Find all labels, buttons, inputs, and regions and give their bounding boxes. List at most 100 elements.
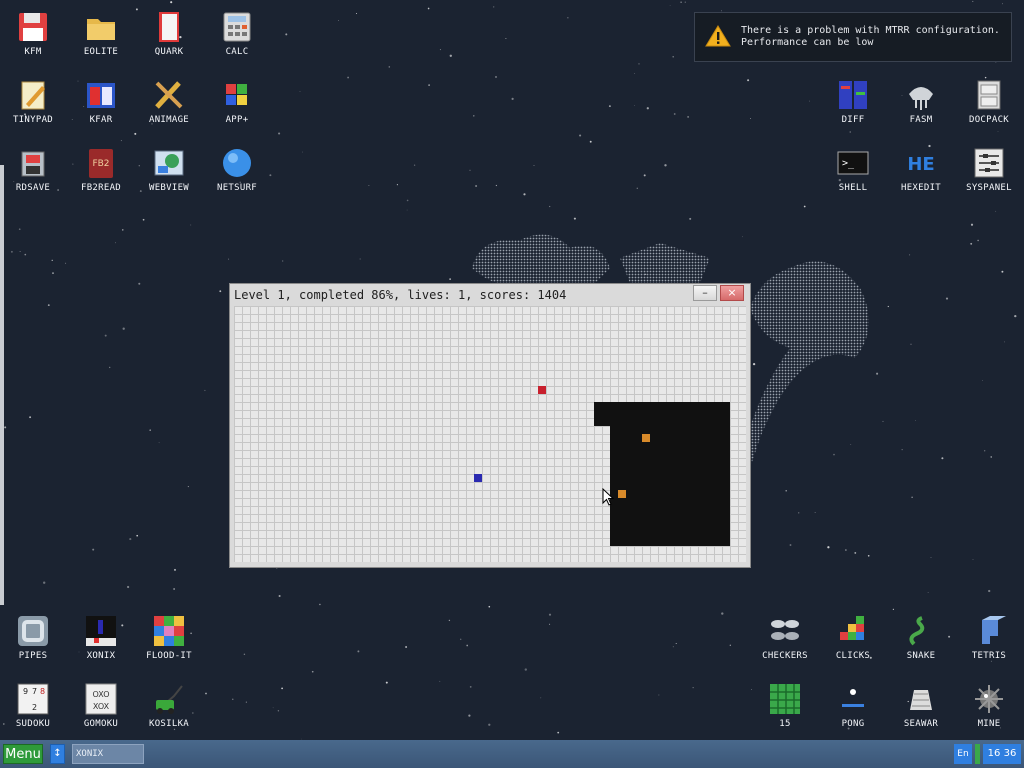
xonix-game-window[interactable]: Level 1, completed 86%, lives: 1, scores… xyxy=(229,283,751,568)
captured-area xyxy=(594,402,730,426)
desktop-icon-label: FLOOD-IT xyxy=(146,651,192,661)
desktop-icon-docpack[interactable]: DOCPACK xyxy=(955,68,1023,132)
gomoku-icon: OXO XOX xyxy=(84,682,118,716)
checkers-icon xyxy=(768,614,802,648)
flood-icon xyxy=(152,614,186,648)
desktop-icon-seawar[interactable]: SEAWAR xyxy=(887,672,955,736)
folder-icon xyxy=(84,10,118,44)
floppy-icon xyxy=(16,10,50,44)
desktop-icon-shell[interactable]: >_ SHELL xyxy=(819,136,887,200)
desktop-icon-label: SYSPANEL xyxy=(966,183,1012,193)
language-indicator[interactable]: En xyxy=(954,744,972,764)
xonix-icon xyxy=(84,614,118,648)
taskbar-item-xonix[interactable]: XONIX xyxy=(72,744,144,764)
desktop-icon-label: APP+ xyxy=(225,115,249,125)
left-edge-panel xyxy=(0,165,4,605)
tetris-icon xyxy=(972,614,1006,648)
desktop-icon-sudoku[interactable]: 9 7 8 2 SUDOKU xyxy=(0,672,67,736)
desktop-icon-kosilka[interactable]: KOSILKA xyxy=(135,672,203,736)
pencil-ruler-icon xyxy=(152,78,186,112)
enemy-ball xyxy=(538,386,546,394)
seawar-icon xyxy=(904,682,938,716)
cube-icon xyxy=(220,78,254,112)
desktop-icon-kfar[interactable]: KFAR xyxy=(67,68,135,132)
desktop-icon-eolite[interactable]: EOLITE xyxy=(67,0,135,64)
land-enemy xyxy=(642,434,650,442)
fasm-icon xyxy=(904,78,938,112)
hex-icon: HE xyxy=(904,146,938,180)
desktop-icon-15[interactable]: 15 xyxy=(751,672,819,736)
desktop-icon-clicks[interactable]: CLICKS xyxy=(819,604,887,668)
svg-text:2: 2 xyxy=(32,703,37,712)
mouse-cursor-icon xyxy=(602,488,614,506)
tray-indicator xyxy=(975,744,980,764)
desktop-icon-snake[interactable]: SNAKE xyxy=(887,604,955,668)
pong-icon xyxy=(836,682,870,716)
notepad-icon xyxy=(16,78,50,112)
terminal-icon: >_ xyxy=(836,146,870,180)
desktop-icon-pong[interactable]: PONG xyxy=(819,672,887,736)
desktop-icon-label: TETRIS xyxy=(971,651,1007,661)
desktop-icon-checkers[interactable]: CHECKERS xyxy=(751,604,819,668)
svg-text:8: 8 xyxy=(40,687,45,696)
window-switch-button[interactable]: ↕ xyxy=(50,744,65,764)
archive-icon xyxy=(84,78,118,112)
notification-line-2: Performance can be low xyxy=(741,37,874,48)
clock[interactable]: 16 36 xyxy=(983,744,1021,764)
close-button[interactable]: × xyxy=(720,285,744,301)
fifteen-icon xyxy=(768,682,802,716)
diff-icon xyxy=(836,78,870,112)
desktop-icon-tinypad[interactable]: TINYPAD xyxy=(0,68,67,132)
desktop-icon-fb2read[interactable]: FB2 FB2READ xyxy=(67,136,135,200)
desktop-icon-label: MINE xyxy=(977,719,1001,729)
desktop-icon-xonix[interactable]: XONIX xyxy=(67,604,135,668)
game-field[interactable] xyxy=(234,306,746,562)
desktop-icon-label: DOCPACK xyxy=(968,115,1010,125)
cabinet-icon xyxy=(972,78,1006,112)
book-icon xyxy=(152,10,186,44)
pipes-icon xyxy=(16,614,50,648)
sudoku-icon: 9782 xyxy=(16,682,50,716)
desktop-icon-webview[interactable]: WEBVIEW xyxy=(135,136,203,200)
window-title: Level 1, completed 86%, lives: 1, scores… xyxy=(234,288,567,302)
desktop-icon-syspanel[interactable]: SYSPANEL xyxy=(955,136,1023,200)
taskbar: Menu ↕ XONIX En 16 36 xyxy=(0,740,1024,768)
svg-text:HE: HE xyxy=(907,154,934,175)
svg-text:XOX: XOX xyxy=(93,702,110,711)
desktop-icon-rdsave[interactable]: RDSAVE xyxy=(0,136,67,200)
captured-area xyxy=(610,426,730,546)
desktop-icon-diff[interactable]: DIFF xyxy=(819,68,887,132)
mine-icon xyxy=(972,682,1006,716)
disk-save-icon xyxy=(16,146,50,180)
desktop-icon-calc[interactable]: CALC xyxy=(203,0,271,64)
web-picture-icon xyxy=(152,146,186,180)
desktop-icon-netsurf[interactable]: NETSURF xyxy=(203,136,271,200)
desktop-icon-hexedit[interactable]: HE HEXEDIT xyxy=(887,136,955,200)
land-enemy xyxy=(618,490,626,498)
menu-button[interactable]: Menu xyxy=(3,744,43,764)
desktop-icon-animage[interactable]: ANIMAGE xyxy=(135,68,203,132)
svg-text:FB2: FB2 xyxy=(92,159,109,169)
desktop-icon-flood-it[interactable]: FLOOD-IT xyxy=(135,604,203,668)
svg-text:7: 7 xyxy=(32,687,37,696)
desktop-icon-label: KOSILKA xyxy=(148,719,190,729)
blocks-icon xyxy=(836,614,870,648)
lawnmower-icon xyxy=(152,682,186,716)
globe-icon xyxy=(220,146,254,180)
snake-icon xyxy=(904,614,938,648)
minimize-button[interactable]: – xyxy=(693,285,717,301)
mtrr-warning-notification[interactable]: There is a problem with MTRR configurati… xyxy=(694,12,1012,62)
svg-text:OXO: OXO xyxy=(92,690,109,699)
desktop-icon-kfm[interactable]: KFM xyxy=(0,0,67,64)
desktop-icon-fasm[interactable]: FASM xyxy=(887,68,955,132)
desktop-icon-app-[interactable]: APP+ xyxy=(203,68,271,132)
desktop-icon-quark[interactable]: QUARK xyxy=(135,0,203,64)
desktop-icon-tetris[interactable]: TETRIS xyxy=(955,604,1023,668)
notification-line-1: There is a problem with MTRR configurati… xyxy=(741,25,1000,36)
desktop-icon-label: NETSURF xyxy=(216,183,258,193)
desktop-icon-pipes[interactable]: PIPES xyxy=(0,604,67,668)
sliders-icon xyxy=(972,146,1006,180)
desktop-icon-gomoku[interactable]: OXO XOX GOMOKU xyxy=(67,672,135,736)
desktop-icon-mine[interactable]: MINE xyxy=(955,672,1023,736)
player-marker xyxy=(474,474,482,482)
